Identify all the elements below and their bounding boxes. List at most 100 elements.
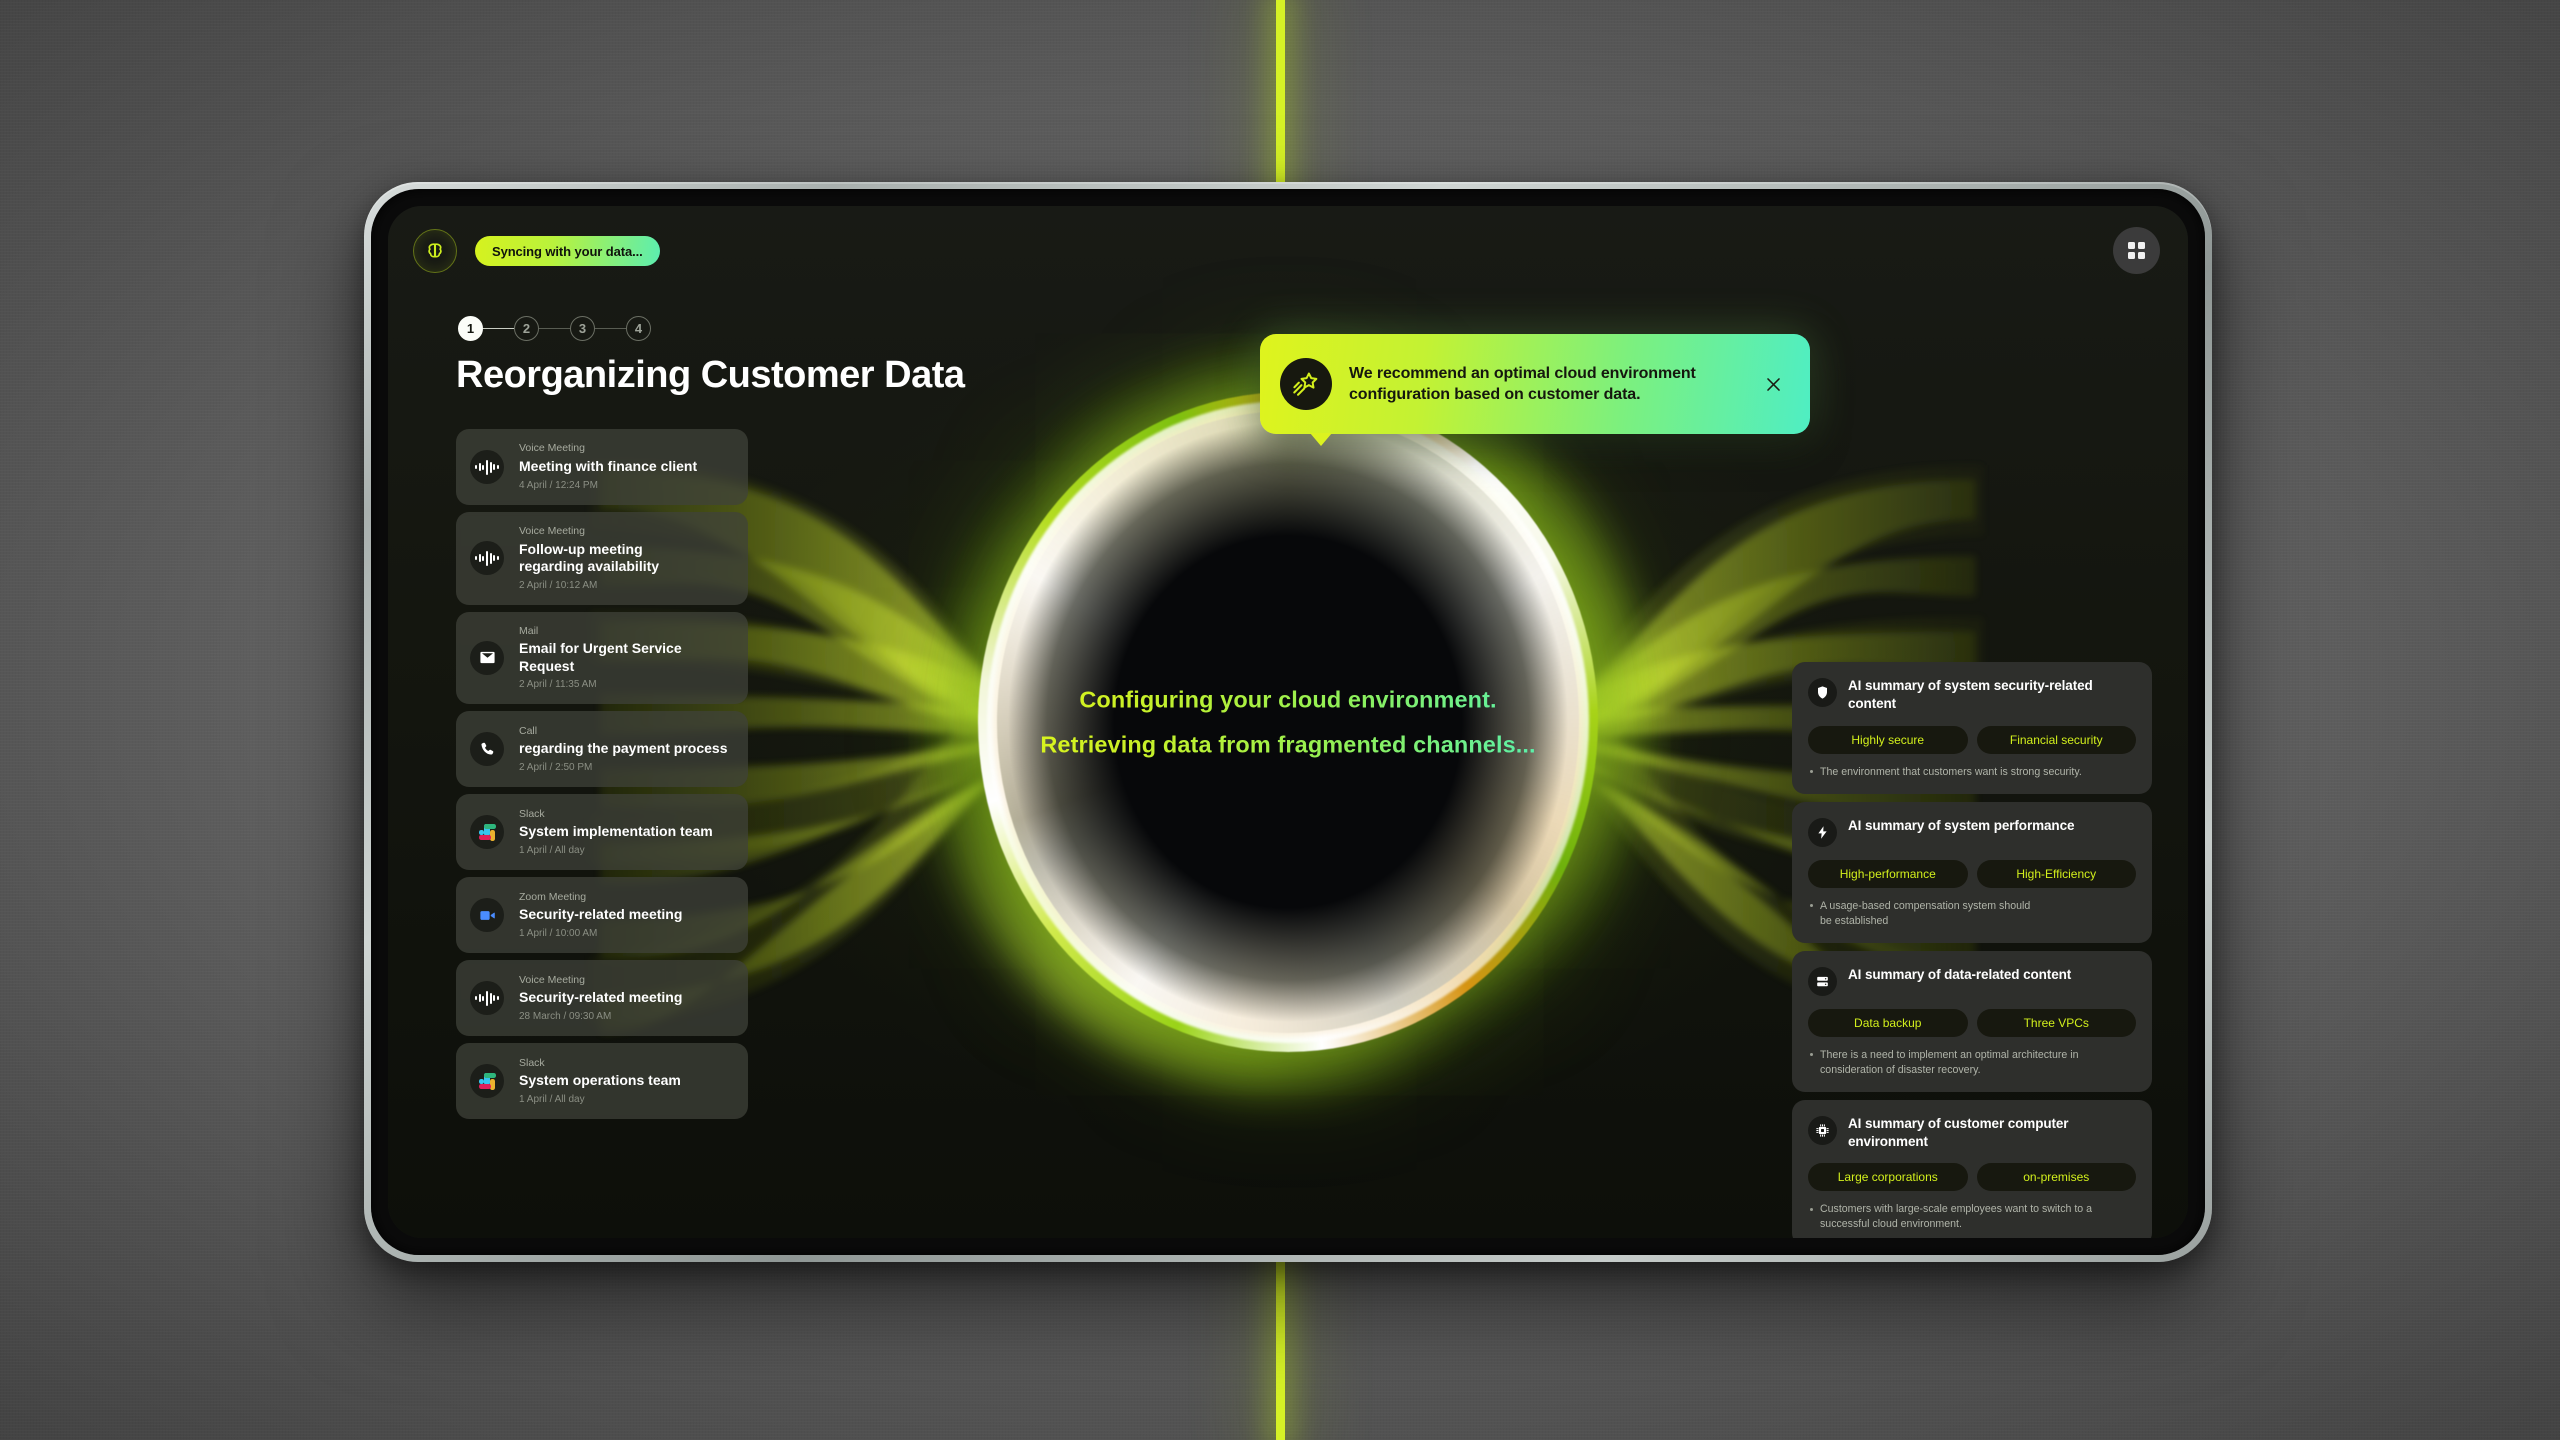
step-connector	[539, 327, 570, 330]
source-time: 1 April / 10:00 AM	[519, 927, 598, 939]
card-header: AI summary of data-related content	[1808, 966, 2136, 996]
source-title: Meeting with finance client	[519, 458, 698, 475]
ai-bullet: The environment that customers want is s…	[1808, 765, 2136, 780]
ai-tag[interactable]: Three VPCs	[1976, 1008, 2136, 1037]
waveform-glyph	[474, 550, 499, 566]
ai-bullet: There is a need to implement an optimal …	[1808, 1048, 2136, 1078]
source-kind: Slack	[519, 1056, 545, 1069]
step-connector	[483, 327, 514, 330]
source-title: regarding the payment process	[519, 740, 728, 757]
ai-processing-ring	[908, 332, 1668, 1112]
step-label: 2	[522, 321, 531, 336]
slack-icon	[470, 1064, 504, 1099]
grid-apps-icon[interactable]	[2113, 227, 2160, 274]
step-label: 4	[634, 321, 643, 336]
list-item[interactable]: Slack System implementation team 1 April…	[456, 794, 748, 871]
step-4[interactable]: 4	[626, 316, 651, 341]
cpu-chip-icon	[1808, 1115, 1837, 1145]
waveform-glyph	[474, 459, 499, 475]
slack-icon	[470, 815, 504, 850]
mail-envelope-icon	[470, 640, 504, 675]
grid-cell	[2137, 251, 2145, 259]
list-item[interactable]: Voice Meeting Security-related meeting 2…	[456, 960, 748, 1037]
app-top-bar: Syncing with your data...	[388, 206, 2188, 298]
card-header: AI summary of system performance	[1808, 817, 2136, 847]
ai-summary-card-performance[interactable]: AI summary of system performance High-pe…	[1792, 801, 2152, 943]
source-title: System operations team	[519, 1072, 681, 1089]
list-item[interactable]: Mail Email for Urgent Service Request 2 …	[456, 611, 748, 705]
step-3[interactable]: 3	[570, 316, 595, 341]
step-label: 1	[466, 321, 475, 336]
data-source-list: Voice Meeting Meeting with finance clien…	[456, 429, 748, 1120]
ai-summary-card-data[interactable]: AI summary of data-related content Data …	[1792, 950, 2152, 1092]
ai-bullet: A usage-based compensation system should…	[1808, 899, 2038, 929]
tag-group: Data backup Three VPCs	[1808, 1008, 2136, 1037]
ai-summary-card-security[interactable]: AI summary of system security-related co…	[1792, 662, 2152, 794]
source-kind: Voice Meeting	[519, 525, 585, 537]
ai-summary-card-customer-environment[interactable]: AI summary of customer computer environm…	[1792, 1099, 2152, 1238]
tag-group: Highly secure Financial security	[1808, 725, 2136, 754]
grid-cell	[2128, 251, 2136, 259]
source-title: Security-related meeting	[519, 989, 683, 1006]
ai-tag[interactable]: Highly secure	[1808, 725, 1968, 754]
phone-call-icon	[470, 732, 504, 767]
lightning-bolt-icon	[1808, 817, 1837, 847]
ai-tag[interactable]: Financial security	[1976, 725, 2136, 754]
source-kind: Call	[519, 724, 538, 737]
list-item[interactable]: Zoom Meeting Security-related meeting 1 …	[456, 877, 748, 954]
source-title: System implementation team	[519, 823, 713, 840]
source-kind: Zoom Meeting	[519, 890, 587, 903]
source-time: 2 April / 2:50 PM	[519, 761, 593, 773]
source-kind: Voice Meeting	[519, 442, 585, 455]
ai-summary-title: AI summary of system security-related co…	[1848, 678, 2093, 711]
step-indicator: 1 2 3 4	[458, 316, 651, 341]
ai-summary-title: AI summary of customer computer environm…	[1848, 1115, 2069, 1149]
tag-group: Large corporations on-premises	[1808, 1163, 2136, 1192]
sync-status-label: Syncing with your data...	[492, 243, 643, 259]
source-time: 4 April / 12:24 PM	[519, 479, 598, 491]
ring-inner-shadow	[1008, 422, 1568, 1022]
source-kind: Slack	[519, 807, 545, 820]
bullet-group: A usage-based compensation system should…	[1808, 899, 2136, 929]
bullet-group: There is a need to implement an optimal …	[1808, 1048, 2136, 1078]
slack-glyph	[478, 1072, 497, 1091]
step-1[interactable]: 1	[458, 316, 483, 341]
step-label: 3	[578, 321, 587, 336]
step-2[interactable]: 2	[514, 316, 539, 341]
ai-tag[interactable]: Large corporations	[1808, 1163, 1968, 1192]
server-rack-icon	[1808, 966, 1837, 996]
bullet-group: Customers with large-scale employees wan…	[1808, 1202, 2136, 1232]
grid-glyph	[2128, 242, 2145, 259]
ai-bullet: Customers with large-scale employees wan…	[1808, 1202, 2136, 1232]
ai-tag[interactable]: Data backup	[1808, 1008, 1968, 1037]
source-time: 2 April / 10:12 AM	[519, 579, 598, 591]
list-item[interactable]: Voice Meeting Follow-up meeting regardin…	[456, 512, 748, 605]
list-item[interactable]: Call regarding the payment process 2 Apr…	[456, 711, 748, 788]
close-x-icon[interactable]	[1756, 367, 1790, 401]
list-item[interactable]: Slack System operations team 1 April / A…	[456, 1043, 748, 1120]
ai-tag[interactable]: High-Efficiency	[1976, 859, 2136, 888]
slack-glyph	[478, 823, 497, 842]
ai-tag[interactable]: on-premises	[1976, 1163, 2136, 1192]
list-item[interactable]: Voice Meeting Meeting with finance clien…	[456, 429, 748, 505]
ai-summary-title: AI summary of system performance	[1848, 817, 2075, 833]
ai-summary-list: AI summary of system security-related co…	[1792, 662, 2152, 1238]
source-kind: Mail	[519, 624, 539, 637]
bullet-group: The environment that customers want is s…	[1808, 765, 2136, 780]
brain-logo-icon	[413, 229, 457, 273]
grid-cell	[2128, 242, 2136, 250]
toast-message: We recommend an optimal cloud environmen…	[1349, 364, 1696, 403]
sync-status-pill: Syncing with your data...	[475, 236, 660, 266]
card-header: AI summary of system security-related co…	[1808, 677, 2136, 713]
ai-tag[interactable]: High-performance	[1808, 859, 1968, 888]
source-title: Security-related meeting	[519, 906, 683, 923]
source-title: Email for Urgent Service Request	[519, 640, 682, 674]
shooting-star-icon	[1280, 358, 1332, 410]
voice-waveform-icon	[470, 981, 504, 1016]
source-time: 2 April / 11:35 AM	[519, 679, 597, 691]
source-time: 1 April / All day	[519, 1093, 585, 1105]
source-time: 1 April / All day	[519, 844, 585, 856]
source-title: Follow-up meeting regarding availability	[519, 540, 660, 575]
tag-group: High-performance High-Efficiency	[1808, 859, 2136, 888]
waveform-glyph	[474, 990, 499, 1006]
